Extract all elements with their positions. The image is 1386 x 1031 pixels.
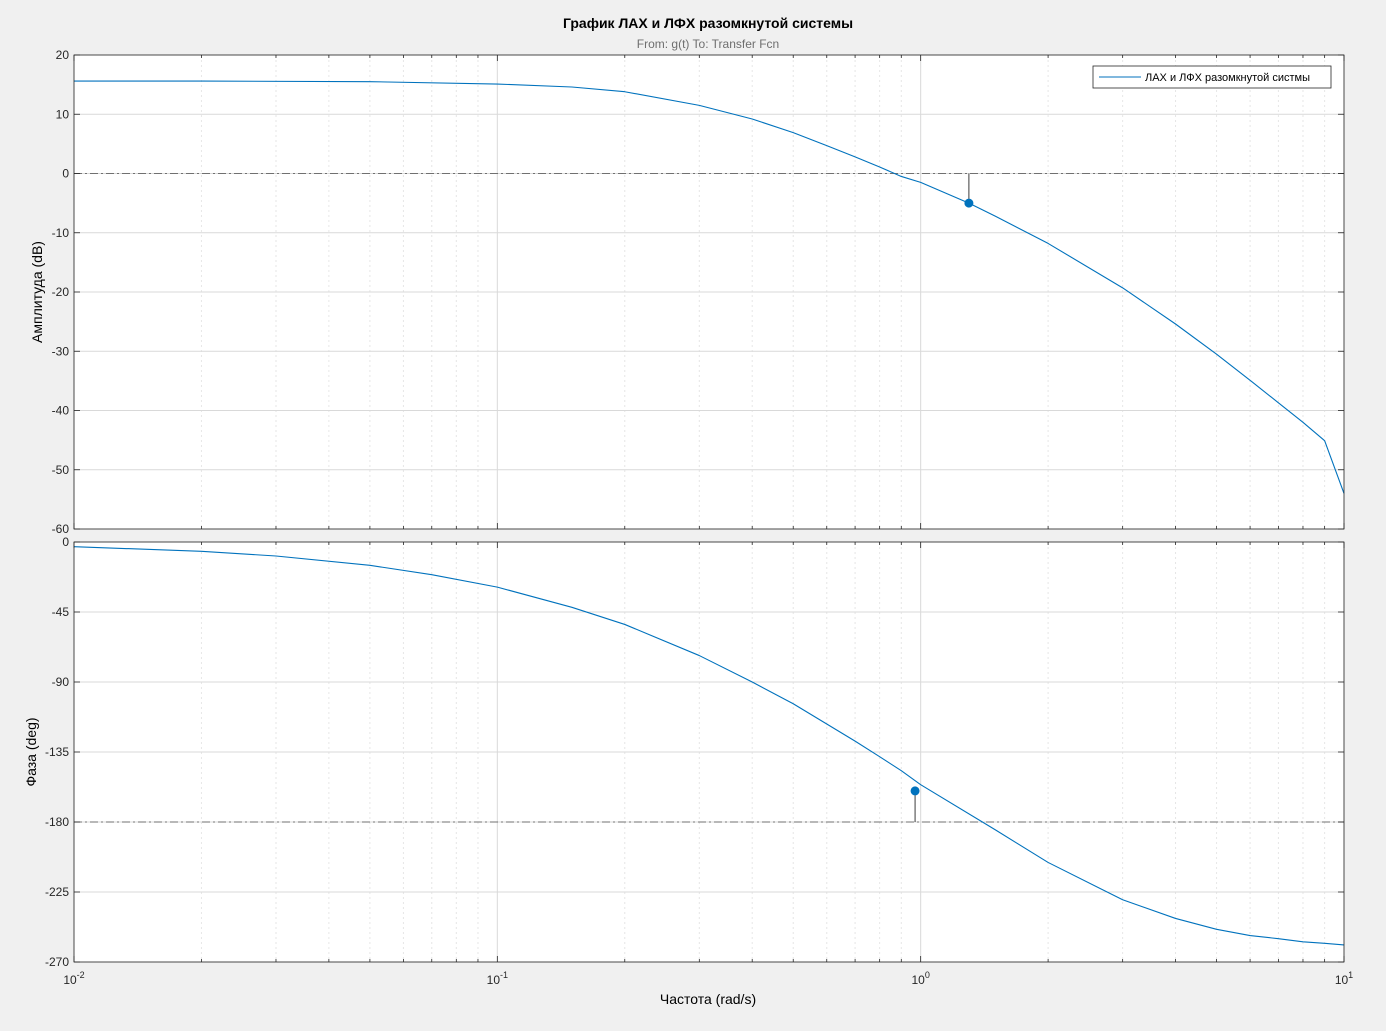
chart-title: График ЛАХ и ЛФХ разомкнутой системы (563, 15, 853, 31)
x-tick-exponent: 0 (925, 970, 930, 980)
y-tick-label: -50 (52, 463, 70, 477)
y-tick-label: -60 (52, 522, 70, 536)
y-tick-label: 20 (56, 48, 70, 62)
magnitude-axes[interactable]: 20 10 0 -10 -20 -30 -40 -50 -60 Амплитуда (dB) Л… (29, 48, 1345, 536)
legend-entry: ЛАХ и ЛФХ разомкнутой систмы (1145, 72, 1310, 84)
x-tick-exponent: -2 (77, 970, 85, 980)
phase-axes[interactable]: 0 -45 -90 -135 -180 -225 -270 Фаза (deg) (23, 535, 1345, 969)
y-tick-label: -45 (52, 605, 70, 619)
x-tick-exponent: -1 (500, 970, 508, 980)
y-tick-label: -270 (45, 955, 69, 969)
x-tick-base: 10 (487, 973, 501, 987)
magnitude-ylabel: Амплитуда (dB) (29, 241, 45, 343)
y-tick-label: 0 (62, 535, 69, 549)
x-tick-exponent: 1 (1348, 970, 1353, 980)
chart-subtitle: From: g(t) To: Transfer Fcn (637, 37, 779, 51)
legend[interactable]: ЛАХ и ЛФХ разомкнутой систмы (1092, 65, 1332, 89)
y-tick-label: -180 (45, 815, 69, 829)
y-tick-label: 0 (62, 167, 69, 181)
y-tick-label: -135 (45, 745, 69, 759)
y-tick-label: -40 (52, 404, 70, 418)
x-tick-base: 10 (911, 973, 925, 987)
bode-figure: График ЛАХ и ЛФХ разомкнутой системы Fro… (0, 0, 1386, 1031)
y-tick-label: -10 (52, 226, 70, 240)
y-tick-label: -30 (52, 344, 70, 358)
margin-point (910, 786, 920, 796)
xlabel: Частота (rad/s) (660, 991, 756, 1007)
y-tick-label: 10 (56, 107, 70, 121)
x-tick-base: 10 (1335, 973, 1349, 987)
y-tick-label: -20 (52, 285, 70, 299)
margin-point (964, 198, 974, 208)
x-tick-base: 10 (63, 973, 77, 987)
phase-ylabel: Фаза (deg) (23, 717, 39, 786)
y-tick-label: -90 (52, 675, 70, 689)
y-tick-label: -225 (45, 885, 69, 899)
